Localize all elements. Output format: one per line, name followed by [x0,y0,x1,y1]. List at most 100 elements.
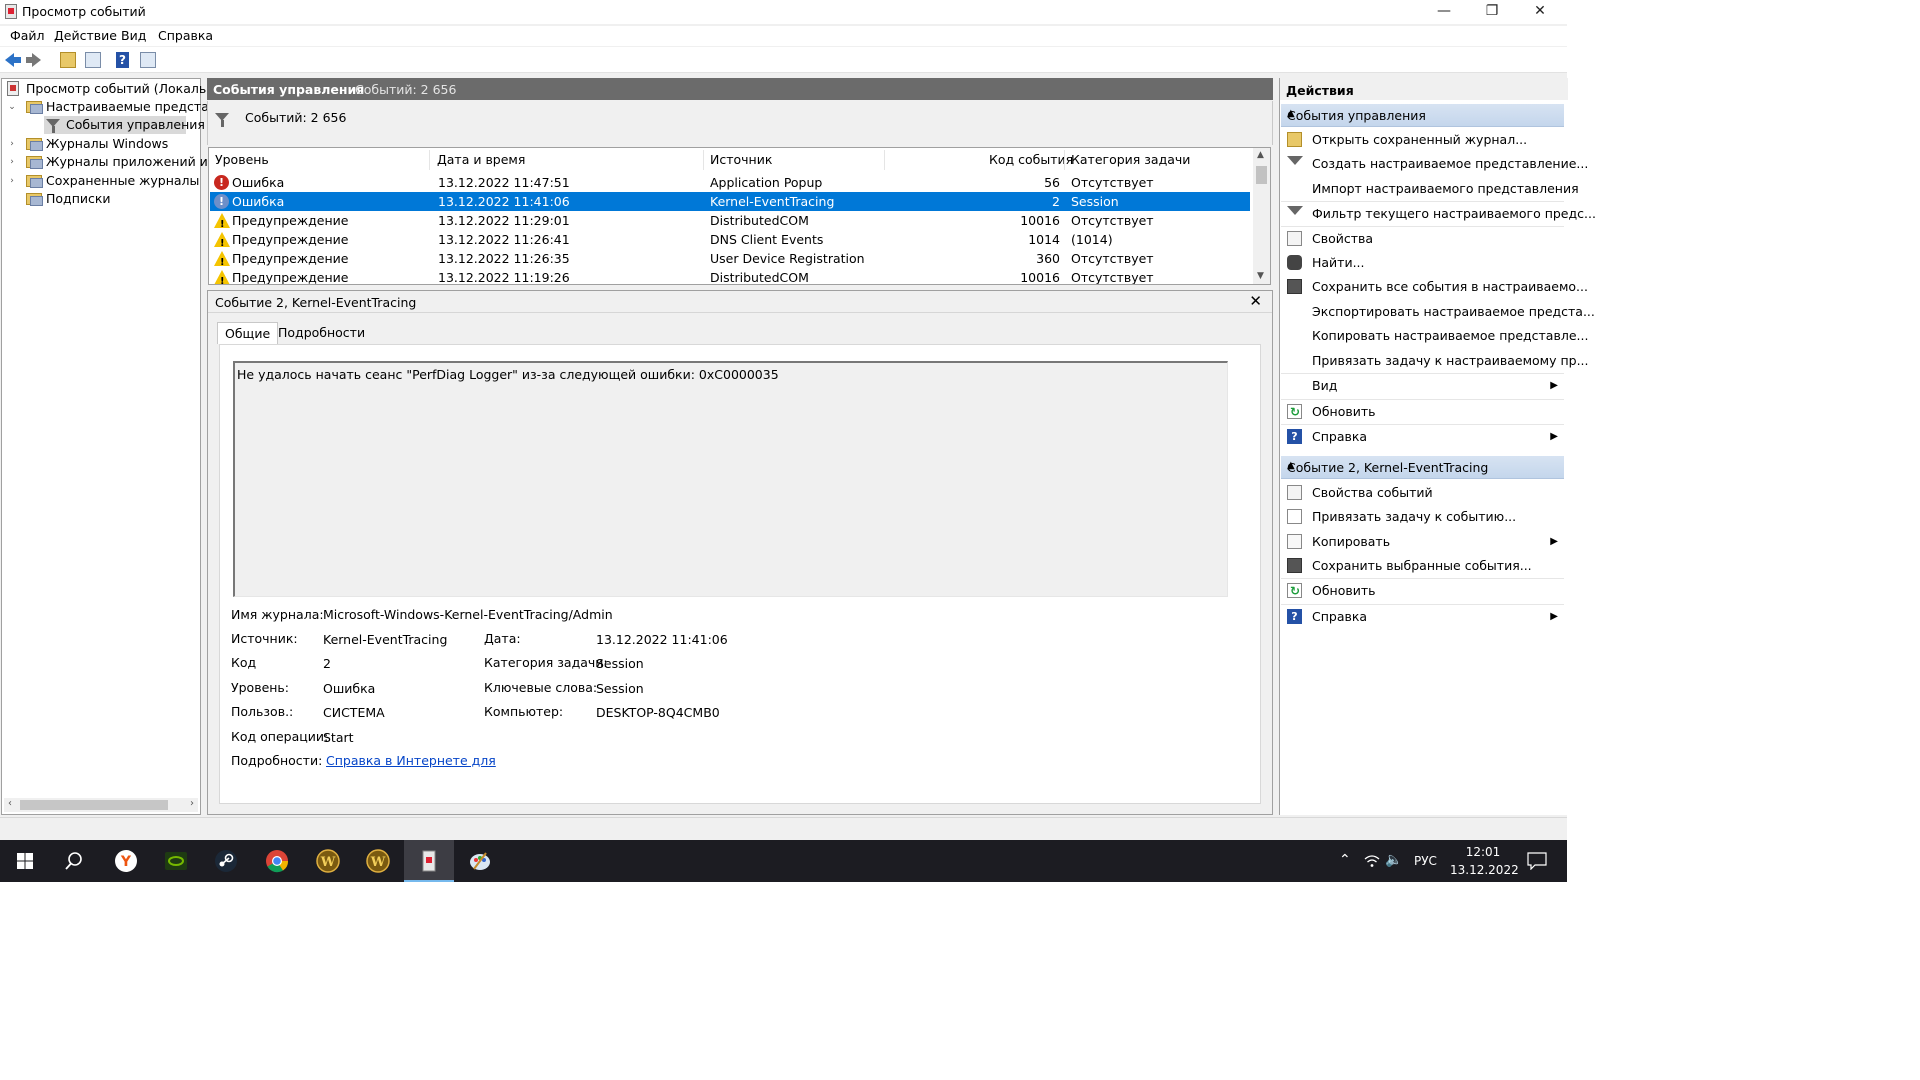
column-separator[interactable] [1064,150,1065,170]
event-message-box[interactable]: Не удалось начать сеанс "PerfDiag Logger… [233,361,1228,597]
chevron-down-icon[interactable]: ⌄ [7,98,17,116]
scroll-left-icon[interactable]: ‹ [8,798,12,809]
chevron-right-icon[interactable]: › [7,153,17,171]
source-label: Источник: [231,631,298,646]
action-label: Фильтр текущего настраиваемого предс... [1312,206,1596,221]
column-datetime[interactable]: Дата и время [437,152,525,167]
input-language-button[interactable]: РУС [1410,840,1440,882]
taskbar-yandex-browser[interactable]: Y [101,840,151,882]
restore-button[interactable]: ❐ [1469,0,1515,24]
scroll-up-icon[interactable]: ▲ [1257,150,1264,160]
online-help-link[interactable]: Справка в Интернете для [326,753,496,768]
taskbar-steam[interactable] [201,840,251,882]
opcode-value: Start [323,730,354,745]
action-attach-task-event[interactable]: Привязать задачу к событию... [1281,505,1564,529]
help-button[interactable]: ? [114,51,132,69]
row-source: Kernel-EventTracing [710,194,835,209]
scroll-right-icon[interactable]: › [190,798,194,809]
back-button[interactable] [5,51,23,69]
grid-vertical-scrollbar[interactable]: ▲ ▼ [1253,148,1270,284]
actions-section-event[interactable]: Событие 2, Kernel-EventTracing ▲ [1281,456,1564,479]
show-hide-tree-button[interactable] [84,51,102,69]
action-export-custom-view[interactable]: Экспортировать настраиваемое предста... [1281,300,1595,324]
action-copy-custom-view[interactable]: Копировать настраиваемое представле... [1281,324,1588,348]
action-properties[interactable]: Свойства [1281,227,1564,251]
action-label: Открыть сохраненный журнал... [1312,132,1528,147]
up-folder-button[interactable] [59,51,77,69]
tree-windows-logs-label: Журналы Windows [46,136,169,151]
action-center-button[interactable] [1523,840,1553,882]
column-task-category[interactable]: Категория задачи [1071,152,1190,167]
action-create-custom-view[interactable]: Создать настраиваемое представление... [1281,152,1588,176]
table-row[interactable]: ! Ошибка 13.12.2022 11:47:51 Application… [210,173,1250,192]
scroll-thumb[interactable] [1256,166,1267,184]
action-refresh[interactable]: Обновить [1281,400,1564,424]
menu-view[interactable]: Вид [121,28,146,43]
column-separator[interactable] [884,150,885,170]
action-open-saved-log[interactable]: Открыть сохраненный журнал... [1281,128,1564,152]
network-button[interactable] [1362,840,1382,882]
taskbar-event-viewer[interactable] [404,840,454,882]
close-button[interactable]: ✕ [1517,0,1563,24]
row-category: Отсутствует [1071,251,1154,266]
column-level[interactable]: Уровень [215,152,269,167]
tree-horizontal-scrollbar[interactable]: ‹ › [4,798,198,812]
action-help-2[interactable]: ? Справка ▶ [1281,605,1564,629]
action-copy[interactable]: Копировать ▶ [1281,530,1564,554]
clock-button[interactable]: 12:01 13.12.2022 [1450,840,1519,882]
taskbar-warcraft-1[interactable]: W [303,840,353,882]
column-separator[interactable] [703,150,704,170]
action-attach-task-view[interactable]: Привязать задачу к настраиваемому пр... [1281,349,1589,373]
action-filter-current-view[interactable]: Фильтр текущего настраиваемого предс... [1281,202,1596,226]
close-icon[interactable]: ✕ [1249,292,1262,310]
collapse-up-icon[interactable]: ▲ [1287,460,1558,471]
warning-icon [214,232,230,253]
chevron-up-icon: ⌃ [1339,852,1351,868]
action-import-custom-view[interactable]: Импорт настраиваемого представления [1281,177,1579,201]
minimize-button[interactable]: — [1421,0,1467,24]
table-row[interactable]: Предупреждение 13.12.2022 11:26:41 DNS C… [210,230,1250,253]
tab-general[interactable]: Общие [217,322,279,344]
table-row[interactable]: Предупреждение 13.12.2022 11:26:35 User … [210,249,1250,272]
action-label: Обновить [1312,404,1376,419]
table-row-selected[interactable]: ! Ошибка 13.12.2022 11:41:06 Kernel-Even… [210,192,1250,211]
column-event-code[interactable]: Код события [989,152,1073,167]
menu-help[interactable]: Справка [158,28,213,43]
warcraft-icon: W [366,849,390,873]
action-refresh-2[interactable]: Обновить [1281,579,1564,603]
show-hide-actions-button[interactable] [139,51,157,69]
volume-button[interactable]: 🔈 [1385,840,1405,882]
tree-admin-events[interactable]: События управления [44,116,205,134]
chevron-right-icon[interactable]: › [7,135,17,153]
table-row[interactable]: Предупреждение 13.12.2022 11:29:01 Distr… [210,211,1250,234]
action-save-selected[interactable]: Сохранить выбранные события... [1281,554,1564,578]
keywords-value: Session [596,681,644,696]
taskbar-paint[interactable] [455,840,505,882]
column-source[interactable]: Источник [710,152,772,167]
chevron-right-icon[interactable]: › [7,172,17,190]
user-value: СИСТЕМА [323,705,385,720]
show-hidden-icons-button[interactable]: ⌃ [1336,840,1356,882]
taskbar-warcraft-2[interactable]: W [353,840,403,882]
taskbar-chrome[interactable] [252,840,302,882]
code-label: Код [231,655,257,670]
column-separator[interactable] [429,150,430,170]
menu-file[interactable]: Файл [10,28,45,43]
forward-arrow-icon [26,53,41,67]
menu-action[interactable]: Действие [54,28,117,43]
scroll-down-icon[interactable]: ▼ [1257,271,1264,281]
search-button[interactable] [49,840,99,882]
taskbar-nvidia[interactable] [151,840,201,882]
action-find[interactable]: Найти... [1281,251,1564,275]
collapse-up-icon[interactable]: ▲ [1287,108,1558,119]
start-button[interactable] [0,840,50,882]
action-view[interactable]: Вид ▶ [1281,374,1564,398]
actions-section-admin-events[interactable]: События управления ▲ [1281,104,1564,127]
action-event-properties[interactable]: Свойства событий [1281,481,1564,505]
forward-button[interactable] [26,51,46,69]
table-row[interactable]: Предупреждение 13.12.2022 11:19:26 Distr… [210,268,1250,284]
scroll-thumb[interactable] [20,800,168,810]
action-help[interactable]: ? Справка ▶ [1281,425,1564,449]
action-save-all-events[interactable]: Сохранить все события в настраиваемо... [1281,275,1588,299]
tab-details[interactable]: Подробности [271,322,372,344]
